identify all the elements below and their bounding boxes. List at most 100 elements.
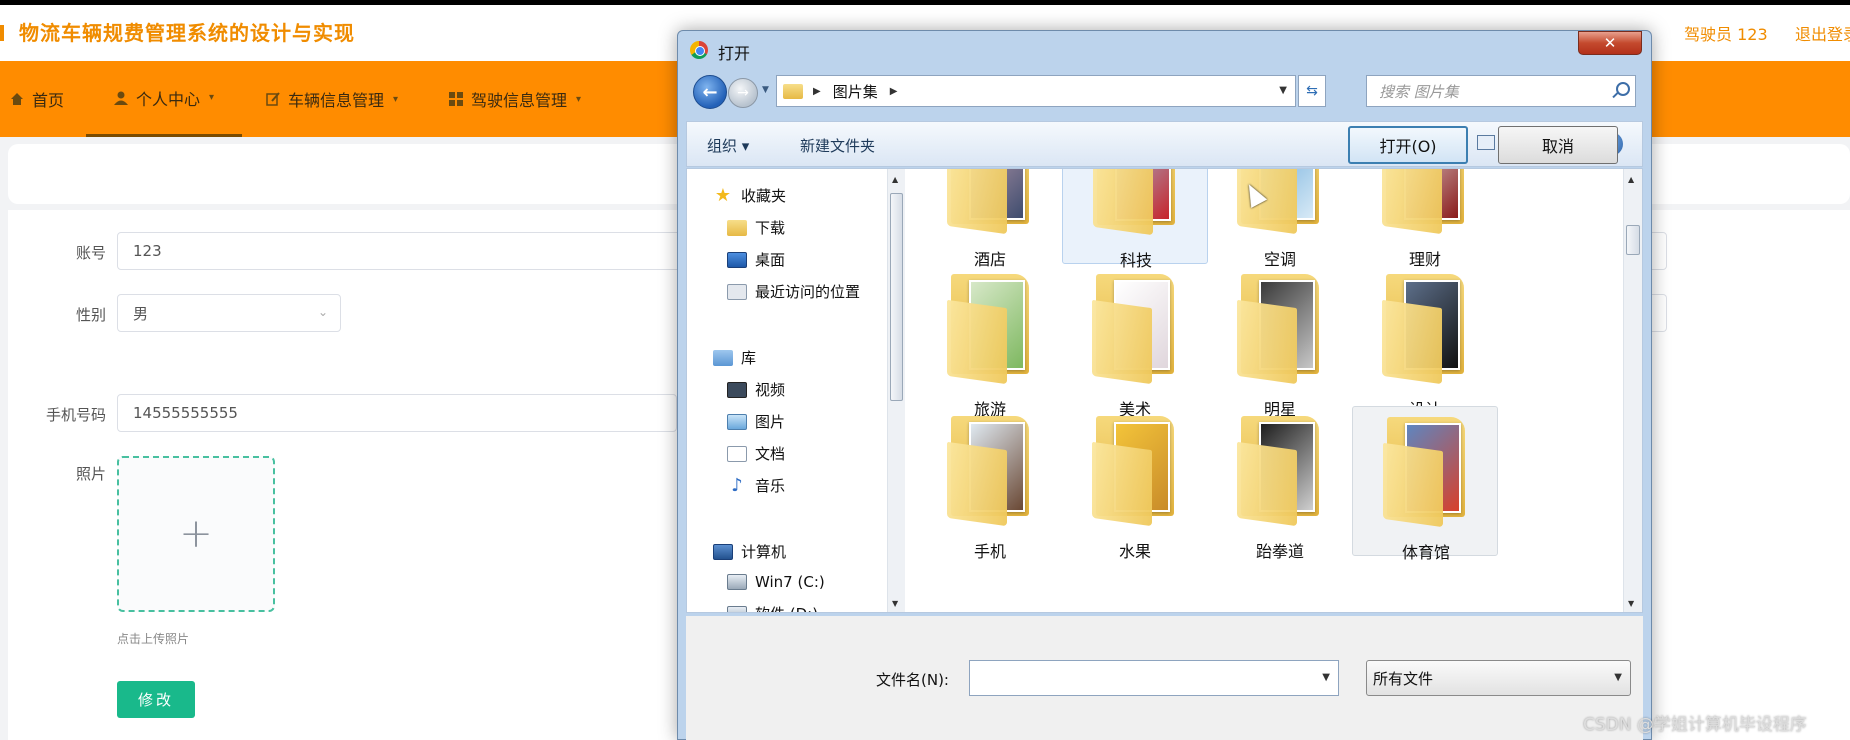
address-path[interactable]: 图片集 — [833, 81, 878, 102]
search-icon[interactable] — [1616, 82, 1630, 96]
tree-item-label: 图片 — [755, 413, 786, 431]
folder-flap — [947, 441, 1007, 527]
gender-label: 性别 — [75, 306, 106, 324]
scroll-down-icon[interactable]: ▼ — [1628, 599, 1634, 608]
filetype-select[interactable]: 所有文件 ▼ — [1366, 660, 1631, 696]
tree-item-computer[interactable]: 计算机 — [713, 541, 786, 562]
scroll-up-icon[interactable]: ▲ — [1628, 175, 1634, 184]
current-user-label[interactable]: 驾驶员 123 — [1684, 21, 1768, 45]
account-label: 账号 — [75, 244, 106, 262]
folder-icon — [783, 83, 803, 99]
tree-item-drive-c[interactable]: Win7 (C:) — [727, 573, 825, 591]
tree-item-favorites[interactable]: ★ 收藏夹 — [713, 185, 786, 206]
tree-item-drive-d[interactable]: 软件 (D:) — [727, 603, 818, 612]
tree-item-music[interactable]: ♪ 音乐 — [727, 475, 785, 496]
folder-grid: 酒店科技空调理财旅游美术明星设计手机 水果 跆拳道 体育馆 — [907, 169, 1623, 612]
phone-input[interactable]: 14555555555 — [117, 394, 677, 432]
breadcrumb-arrow-icon: ▶ — [813, 85, 821, 97]
recent-places-icon — [727, 283, 747, 300]
scrollbar-thumb[interactable] — [1626, 225, 1640, 255]
tree-item-libraries[interactable]: 库 — [713, 347, 756, 368]
folder-flap — [947, 169, 1007, 235]
close-button[interactable]: ✕ — [1578, 31, 1642, 55]
address-bar[interactable]: ▶ 图片集 ▶ ▼ — [776, 75, 1296, 107]
nav-label-profile: 个人中心 — [136, 89, 201, 109]
folder-flap — [1382, 169, 1442, 235]
folder-tile[interactable]: 跆拳道 — [1207, 406, 1353, 561]
filename-input[interactable]: ▼ — [969, 660, 1339, 696]
open-file-dialog: 打开 ✕ ← → ▼ ▶ 图片集 ▶ ▼ ⇆ 搜索 图片集 组织 ▾ 新建文件夹… — [677, 30, 1652, 740]
folder-flap — [1093, 169, 1153, 236]
tree-item-recent[interactable]: 最近访问的位置 — [727, 281, 860, 302]
back-button[interactable]: ← — [693, 75, 727, 109]
chrome-icon — [690, 41, 708, 59]
navigation-scrollbar[interactable]: ▲ ▼ — [887, 169, 905, 612]
tree-item-desktop[interactable]: 桌面 — [727, 249, 785, 270]
forward-button[interactable]: → — [728, 78, 758, 108]
gender-select[interactable]: 男 ⌄ — [117, 294, 341, 332]
photo-upload-button[interactable]: + — [117, 456, 275, 612]
folder-grid-scrollbar[interactable]: ▲ ▼ — [1623, 169, 1642, 612]
star-icon: ★ — [714, 184, 732, 206]
tree-item-label: 下载 — [755, 219, 786, 237]
folder-tile[interactable]: 设计 — [1352, 264, 1498, 419]
recent-locations-dropdown[interactable]: ▼ — [762, 85, 769, 95]
folder-tile[interactable]: 明星 — [1207, 264, 1353, 419]
folder-tile[interactable]: 酒店 — [917, 169, 1063, 269]
new-folder-button[interactable]: 新建文件夹 — [800, 135, 875, 156]
folder-tile[interactable]: 科技 — [1062, 169, 1208, 270]
tree-item-label: 桌面 — [755, 251, 786, 269]
phone-label: 手机号码 — [45, 406, 106, 424]
chevron-down-icon: ▾ — [576, 93, 582, 105]
folder-tile[interactable]: 旅游 — [917, 264, 1063, 419]
tree-item-label: 软件 (D:) — [755, 603, 818, 612]
tree-item-videos[interactable]: 视频 — [727, 379, 785, 400]
folder-label: 水果 — [1118, 542, 1151, 561]
cancel-button[interactable]: 取消 — [1498, 126, 1618, 164]
folder-tile[interactable]: 空调 — [1207, 169, 1353, 269]
organize-button[interactable]: 组织 ▾ — [707, 135, 749, 156]
folder-label: 手机 — [973, 542, 1006, 561]
open-button[interactable]: 打开(O) — [1348, 126, 1468, 164]
grid-icon — [449, 92, 463, 106]
folder-flap — [947, 299, 1007, 385]
refresh-button[interactable]: ⇆ — [1298, 75, 1326, 107]
folder-tile[interactable]: 理财 — [1352, 169, 1498, 269]
tree-item-label: Win7 (C:) — [755, 573, 825, 591]
gender-select-value: 男 — [133, 304, 149, 323]
music-icon: ♪ — [731, 474, 743, 496]
logout-link[interactable]: 退出登录 — [1795, 21, 1850, 45]
breadcrumb-arrow-icon[interactable]: ▶ — [890, 86, 898, 97]
nav-item-home[interactable]: 首页 — [9, 61, 64, 137]
dialog-footer: 文件名(N): ▼ 所有文件 ▼ — [686, 616, 1643, 740]
folder-tile[interactable]: 手机 — [917, 406, 1063, 561]
scroll-down-icon[interactable]: ▼ — [892, 599, 898, 608]
tree-item-pictures[interactable]: 图片 — [727, 411, 785, 432]
address-dropdown-icon[interactable]: ▼ — [1279, 85, 1287, 96]
chevron-down-icon: ▾ — [209, 92, 215, 103]
arrow-right-icon: → — [737, 85, 749, 101]
chevron-down-icon[interactable]: ▼ — [1322, 672, 1330, 683]
folder-tile[interactable]: 水果 — [1062, 406, 1208, 561]
scrollbar-thumb[interactable] — [890, 193, 903, 401]
photo-label: 照片 — [75, 465, 106, 483]
folder-flap — [1237, 441, 1297, 527]
modify-button[interactable]: 修改 — [117, 681, 195, 718]
tree-item-downloads[interactable]: 下载 — [727, 217, 785, 238]
dialog-title: 打开 — [718, 44, 751, 63]
search-input[interactable]: 搜索 图片集 — [1366, 75, 1636, 107]
folder-tile[interactable]: 美术 — [1062, 264, 1208, 419]
nav-label-home: 首页 — [32, 91, 65, 110]
nav-item-driving[interactable]: 驾驶信息管理 ▾ — [448, 61, 581, 137]
view-options-icon[interactable] — [1477, 135, 1495, 150]
folder-label: 跆拳道 — [1255, 542, 1304, 561]
dialog-titlebar[interactable]: 打开 ✕ — [678, 31, 1651, 65]
chevron-down-icon: ▼ — [1614, 672, 1622, 683]
nav-item-vehicle[interactable]: 车辆信息管理 ▾ — [265, 61, 398, 137]
tree-item-documents[interactable]: 文档 — [727, 443, 785, 464]
chevron-down-icon: ▾ — [393, 93, 399, 105]
nav-item-profile[interactable]: 个人中心 ▾ — [86, 61, 243, 137]
arrow-left-icon: ← — [702, 81, 718, 103]
scroll-up-icon[interactable]: ▲ — [892, 175, 898, 184]
folder-tile[interactable]: 体育馆 — [1352, 406, 1498, 562]
